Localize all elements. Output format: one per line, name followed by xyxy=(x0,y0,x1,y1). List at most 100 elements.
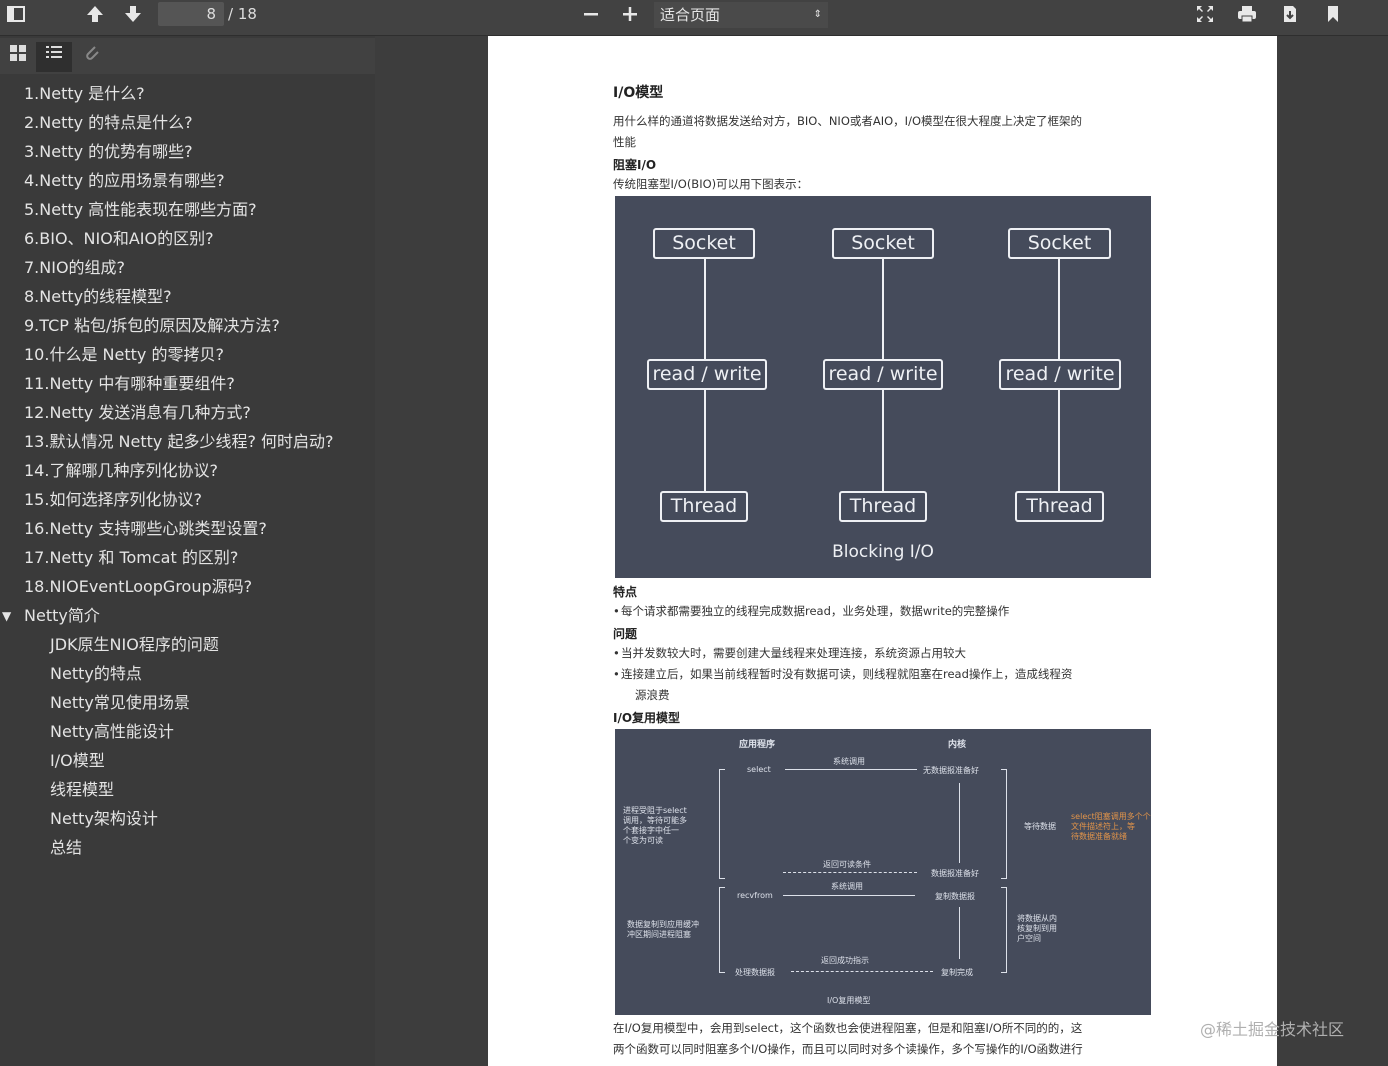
return-readable-label: 返回可读条件 xyxy=(823,860,871,869)
copy-done-label: 复制完成 xyxy=(941,968,973,977)
outline-item[interactable]: 4.Netty 的应用场景有哪些? xyxy=(24,168,225,194)
outline-item[interactable]: 8.Netty的线程模型? xyxy=(24,284,172,310)
blocking-io-heading: 阻塞I/O xyxy=(613,158,657,172)
page-total: / 18 xyxy=(228,5,257,23)
syscall-label: 系统调用 xyxy=(833,757,865,766)
problem-bullet-cont: 源浪费 xyxy=(635,688,670,702)
read-write-box: read / write xyxy=(999,359,1121,390)
zoom-select-label: 适合页面 xyxy=(660,6,721,24)
outline-item[interactable]: 18.NIOEventLoopGroup源码? xyxy=(24,574,252,600)
brace xyxy=(719,887,725,973)
select-label: select xyxy=(747,765,771,774)
arrow-line xyxy=(959,907,960,959)
thread-box: Thread xyxy=(660,491,748,522)
outline-child-item[interactable]: 总结 xyxy=(50,835,82,861)
intro-text: 用什么样的通道将数据发送给对方，BIO、NIO或者AIO，I/O模型在很大程度上… xyxy=(613,114,1083,128)
connector-line xyxy=(882,258,884,360)
connector-line xyxy=(704,258,706,360)
outline-item[interactable]: 16.Netty 支持哪些心跳类型设置? xyxy=(24,516,267,542)
outline-item[interactable]: 9.TCP 粘包/拆包的原因及解决方法? xyxy=(24,313,280,339)
problems-heading: 问题 xyxy=(613,627,638,641)
connector-line xyxy=(1058,390,1060,492)
outline-item[interactable]: 2.Netty 的特点是什么? xyxy=(24,110,193,136)
thread-box: Thread xyxy=(839,491,927,522)
collapse-arrow-icon[interactable]: ▼ xyxy=(2,603,11,629)
recvfrom-label: recvfrom xyxy=(737,891,773,900)
outline-child-item[interactable]: Netty的特点 xyxy=(50,661,142,687)
watermark: @稀土掘金技术社区 xyxy=(1200,1020,1345,1039)
io-multiplexing-diagram: 应用程序 内核 select 系统调用 无数据报准备好 等待数据 select阻… xyxy=(615,729,1151,1015)
brace xyxy=(1001,769,1007,879)
diagram-caption: Blocking I/O xyxy=(832,542,934,562)
outline-item[interactable]: 15.如何选择序列化协议? xyxy=(24,487,202,513)
outline-child-item[interactable]: 线程模型 xyxy=(50,777,114,803)
dashed-arrow xyxy=(791,971,933,972)
outline-item[interactable]: 12.Netty 发送消息有几种方式? xyxy=(24,400,251,426)
read-write-box: read / write xyxy=(647,359,767,390)
arrow-line xyxy=(959,783,960,863)
body-text: 两个函数可以同时阻塞多个I/O操作，而且可以同时对多个读操作，多个写操作的I/O… xyxy=(613,1042,1083,1056)
thumbnails-tab-icon[interactable] xyxy=(0,42,36,72)
thread-box: Thread xyxy=(1015,491,1104,522)
syscall-label: 系统调用 xyxy=(831,882,863,891)
problem-bullet: 连接建立后，如果当前线程暂时没有数据可读，则线程就阻塞在read操作上，造成线程… xyxy=(613,664,1072,685)
outline-item[interactable]: 1.Netty 是什么? xyxy=(24,81,145,107)
diagram-caption: I/O复用模型 xyxy=(827,996,871,1005)
outline-section-netty-intro[interactable]: Netty简介 xyxy=(24,603,100,629)
outline-child-item[interactable]: Netty常见使用场景 xyxy=(50,690,190,716)
zoom-select[interactable]: 适合页面 ⇕ xyxy=(654,2,828,28)
outline-tab-icon[interactable] xyxy=(36,42,72,72)
zoom-in-icon[interactable] xyxy=(616,3,644,31)
outline-item[interactable]: 6.BIO、NIO和AIO的区别? xyxy=(24,226,214,252)
outline-item[interactable]: 3.Netty 的优势有哪些? xyxy=(24,139,193,165)
copy-data-label: 复制数据报 xyxy=(935,892,975,901)
outline-item[interactable]: 13.默认情况 Netty 起多少线程? 何时启动? xyxy=(24,429,334,455)
outline-item[interactable]: 14.了解哪几种序列化协议? xyxy=(24,458,218,484)
bookmark-icon[interactable] xyxy=(1319,3,1347,31)
outline-child-item[interactable]: JDK原生NIO程序的问题 xyxy=(50,632,219,658)
download-icon[interactable] xyxy=(1276,3,1304,31)
fullscreen-icon[interactable] xyxy=(1191,3,1219,31)
process-data-label: 处理数据报 xyxy=(735,968,775,977)
column-kernel-label: 内核 xyxy=(948,740,967,750)
zoom-out-icon[interactable] xyxy=(577,3,605,31)
brace xyxy=(719,769,725,879)
previous-page-icon[interactable] xyxy=(81,3,109,31)
column-app-label: 应用程序 xyxy=(739,740,776,750)
feature-bullet: 每个请求都需要独立的线程完成数据read，业务处理，数据write的完整操作 xyxy=(613,601,1009,622)
outline-child-item[interactable]: Netty架构设计 xyxy=(50,806,158,832)
outline-child-item[interactable]: I/O模型 xyxy=(50,748,105,774)
outline-item[interactable]: 5.Netty 高性能表现在哪些方面? xyxy=(24,197,257,223)
return-ok-label: 返回成功指示 xyxy=(821,956,869,965)
io-multiplexing-heading: I/O复用模型 xyxy=(613,711,681,725)
toolbar: 8 / 18 适合页面 ⇕ xyxy=(0,0,1388,36)
no-data-label: 无数据报准备好 xyxy=(923,766,979,775)
sidebar-toggle-icon[interactable] xyxy=(2,3,30,31)
intro-text: 性能 xyxy=(613,135,636,149)
page-number-input[interactable]: 8 xyxy=(158,2,224,26)
blocking-io-desc: 传统阻塞型I/O(BIO)可以用下图表示： xyxy=(613,177,809,191)
socket-box: Socket xyxy=(653,228,755,259)
outline-item[interactable]: 11.Netty 中有哪种重要组件? xyxy=(24,371,235,397)
arrow-line xyxy=(783,895,915,896)
page-title: I/O模型 xyxy=(613,85,664,101)
outline-item[interactable]: 7.NIO的组成? xyxy=(24,255,125,281)
problem-bullet: 当并发数较大时，需要创建大量线程来处理连接，系统资源占用较大 xyxy=(613,643,966,664)
left-note: 冲区期间进程阻塞 xyxy=(627,930,691,939)
connector-line xyxy=(1058,258,1060,360)
blocking-io-diagram: Socket Socket Socket read / write read /… xyxy=(615,196,1151,578)
outline-item[interactable]: 17.Netty 和 Tomcat 的区别? xyxy=(24,545,238,571)
chevron-updown-icon: ⇕ xyxy=(813,9,822,20)
connector-line xyxy=(882,390,884,492)
socket-box: Socket xyxy=(832,228,934,259)
attachments-tab-icon[interactable] xyxy=(74,42,110,72)
document-page: I/O模型 用什么样的通道将数据发送给对方，BIO、NIO或者AIO，I/O模型… xyxy=(488,36,1277,1066)
outline-child-item[interactable]: Netty高性能设计 xyxy=(50,719,174,745)
socket-box: Socket xyxy=(1008,228,1111,259)
sidebar-tabs xyxy=(0,38,375,74)
next-page-icon[interactable] xyxy=(119,3,147,31)
outline-item[interactable]: 10.什么是 Netty 的零拷贝? xyxy=(24,342,224,368)
body-text: 在I/O复用模型中，会用到select，这个函数也会使进程阻塞，但是和阻塞I/O… xyxy=(613,1021,1083,1035)
print-icon[interactable] xyxy=(1233,3,1261,31)
orange-note: 待数据准备就绪 xyxy=(1071,832,1127,841)
